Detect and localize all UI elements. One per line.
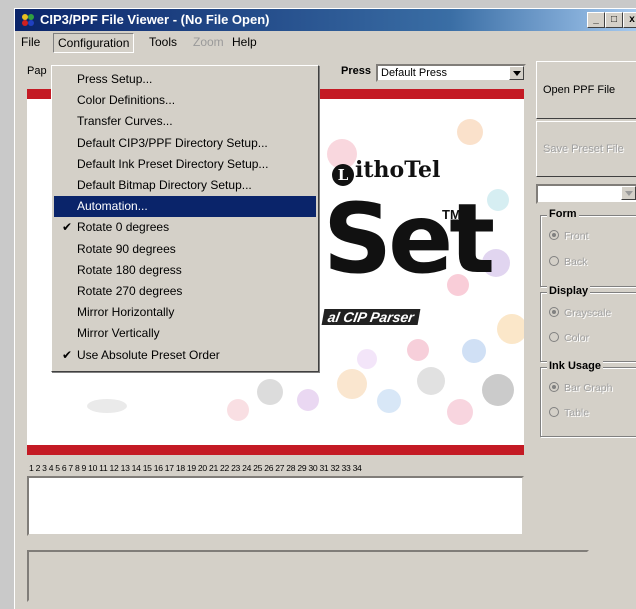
menu-item-label: Color Definitions... <box>77 93 176 108</box>
radio-icon <box>549 407 559 417</box>
menu-item-color-definitions[interactable]: Color Definitions... <box>54 90 316 111</box>
menu-item-label: Use Absolute Preset Order <box>77 347 220 362</box>
menu-item-label: Rotate 180 degress <box>77 262 182 277</box>
menu-zoom[interactable]: Zoom <box>189 33 228 51</box>
checkmark-icon: ✔ <box>62 347 73 362</box>
paper-label: Pap <box>27 65 47 77</box>
menu-item-label: Transfer Curves... <box>77 114 173 129</box>
press-label: Press <box>341 65 371 77</box>
radio-selected-icon <box>549 382 559 392</box>
brand-name: ithoTel <box>355 157 441 183</box>
menu-item-label: Mirror Horizontally <box>77 305 175 320</box>
app-window: CIP3/PPF File Viewer - (No File Open) _ … <box>14 8 636 609</box>
menu-item-label: Automation... <box>77 199 148 214</box>
ink-usage-bar-graph-radio[interactable]: Bar Graph <box>549 382 612 394</box>
menu-item-label: Default Ink Preset Directory Setup... <box>77 156 269 171</box>
display-legend: Display <box>547 285 591 297</box>
menu-help[interactable]: Help <box>228 33 261 51</box>
menu-item-mirror-horizontally[interactable]: Mirror Horizontally <box>54 302 316 323</box>
press-select[interactable]: Default Press <box>376 64 526 82</box>
trademark-mark: TM <box>442 207 461 222</box>
menu-item-label: Default Bitmap Directory Setup... <box>77 178 252 192</box>
radio-icon <box>549 256 559 266</box>
window-title: CIP3/PPF File Viewer - (No File Open) <box>40 12 270 27</box>
radio-icon <box>549 332 559 342</box>
status-panel <box>27 550 589 602</box>
close-button[interactable]: x <box>623 12 636 28</box>
minimize-button[interactable]: _ <box>587 12 605 28</box>
menu-item-rotate-0-degrees[interactable]: ✔ Rotate 0 degrees <box>54 217 316 238</box>
ink-zone-numbers: 1 2 3 4 5 6 7 8 9 10 11 12 13 14 15 16 1… <box>29 463 362 473</box>
menu-item-default-ink-preset-directory-setup[interactable]: Default Ink Preset Directory Setup... <box>54 154 316 175</box>
save-preset-file-button[interactable]: Save Preset File <box>536 121 636 177</box>
menu-item-default-cip3-ppf-directory-setup[interactable]: Default CIP3/PPF Directory Setup... <box>54 133 316 154</box>
ink-usage-table-radio[interactable]: Table <box>549 407 589 419</box>
ink-keys-panel <box>27 476 524 536</box>
form-legend: Form <box>547 208 579 220</box>
menu-item-automation[interactable]: Automation... <box>54 196 316 218</box>
chevron-down-icon[interactable] <box>509 66 524 80</box>
preset-select[interactable] <box>536 184 636 204</box>
splash-title: Set <box>323 183 495 295</box>
menu-item-rotate-270-degrees[interactable]: Rotate 270 degrees <box>54 281 316 302</box>
splash-tagline: al CIP Parser <box>321 309 421 325</box>
display-group: Display Grayscale Color <box>540 285 636 362</box>
checkmark-icon: ✔ <box>62 220 73 235</box>
press-select-value: Default Press <box>381 67 448 79</box>
ink-usage-group: Ink Usage Bar Graph Table <box>540 360 636 437</box>
menu-item-label: Press Setup... <box>77 72 153 86</box>
menu-item-label: Default CIP3/PPF Directory Setup... <box>77 135 268 150</box>
menu-item-label: Mirror Vertically <box>77 326 160 341</box>
chevron-down-icon[interactable] <box>621 186 636 200</box>
menu-item-label: Rotate 270 degrees <box>77 284 183 298</box>
form-back-radio[interactable]: Back <box>549 256 587 268</box>
form-front-radio[interactable]: Front <box>549 230 589 242</box>
menu-item-transfer-curves[interactable]: Transfer Curves... <box>54 111 316 132</box>
menu-item-rotate-180-degress[interactable]: Rotate 180 degress <box>54 260 316 281</box>
menu-item-mirror-vertically[interactable]: Mirror Vertically <box>54 323 316 344</box>
configuration-dropdown: Press Setup... Color Definitions... Transf… <box>51 65 319 372</box>
form-group: Form Front Back <box>540 208 636 287</box>
display-grayscale-radio[interactable]: Grayscale <box>549 307 611 319</box>
menu-item-label: Rotate 90 degrees <box>77 241 176 256</box>
radio-selected-icon <box>549 307 559 317</box>
menu-item-use-absolute-preset-order[interactable]: ✔ Use Absolute Preset Order <box>54 345 316 366</box>
open-ppf-file-button[interactable]: Open PPF File <box>536 61 636 119</box>
title-bar[interactable]: CIP3/PPF File Viewer - (No File Open) _ … <box>15 9 636 31</box>
menu-item-rotate-90-degrees[interactable]: Rotate 90 degrees <box>54 239 316 260</box>
ink-usage-legend: Ink Usage <box>547 360 603 372</box>
menu-file[interactable]: File <box>17 33 44 51</box>
menu-configuration[interactable]: Configuration <box>53 33 135 53</box>
maximize-button[interactable]: □ <box>605 12 623 28</box>
display-color-radio[interactable]: Color <box>549 332 589 344</box>
splash-brand: LithoTel <box>332 157 440 186</box>
menu-item-default-bitmap-directory-setup[interactable]: Default Bitmap Directory Setup... <box>54 175 316 196</box>
menu-item-press-setup[interactable]: Press Setup... <box>54 69 316 90</box>
app-icon <box>22 14 34 26</box>
menu-bar: File Configuration Tools Zoom Help <box>15 31 636 53</box>
radio-selected-icon <box>549 230 559 240</box>
menu-tools[interactable]: Tools <box>145 33 181 51</box>
menu-item-label: Rotate 0 degrees <box>77 220 170 235</box>
